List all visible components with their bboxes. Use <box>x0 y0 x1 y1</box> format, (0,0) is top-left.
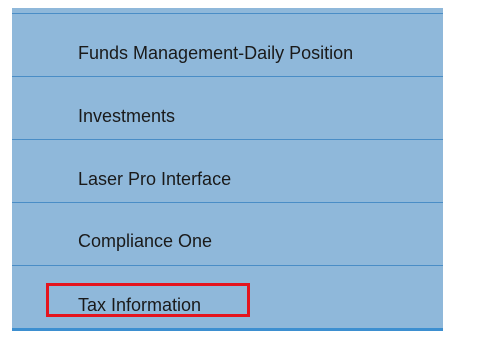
menu-bottom-bar <box>12 328 443 331</box>
navigation-menu: Funds Management-Daily Position Investme… <box>12 8 443 331</box>
menu-item-label: Compliance One <box>78 231 213 251</box>
menu-item-label: Laser Pro Interface <box>78 169 232 189</box>
menu-item-laser-pro-interface[interactable]: Laser Pro Interface <box>12 140 443 203</box>
menu-item-label: Tax Information <box>78 295 202 315</box>
menu-item-label: Investments <box>78 106 176 126</box>
menu-item-label: Funds Management-Daily Position <box>78 43 354 63</box>
menu-item-funds-management-daily-position[interactable]: Funds Management-Daily Position <box>12 14 443 77</box>
menu-item-tax-information[interactable]: Tax Information <box>12 266 443 328</box>
menu-item-investments[interactable]: Investments <box>12 77 443 140</box>
menu-item-compliance-one[interactable]: Compliance One <box>12 203 443 266</box>
